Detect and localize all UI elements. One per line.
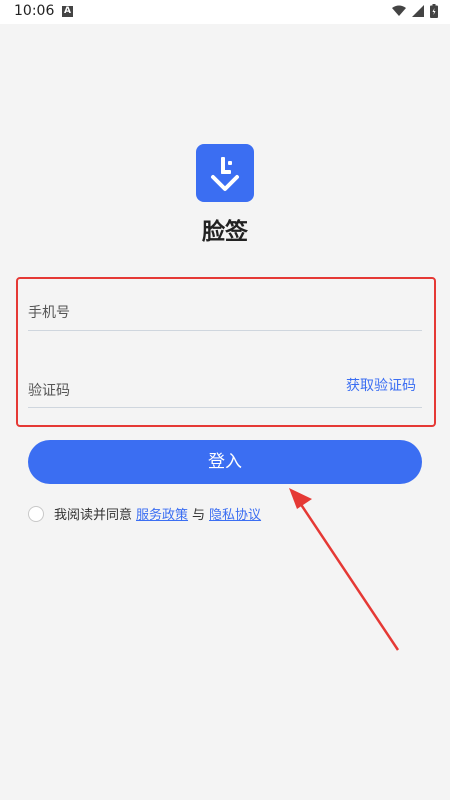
app-logo	[196, 144, 254, 202]
agreement-checkbox[interactable]	[28, 505, 44, 522]
app-title: 脸签	[202, 219, 248, 245]
agreement-prefix: 我阅读并同意	[54, 508, 133, 523]
status-time: 10:06	[14, 3, 55, 19]
wifi-icon	[392, 5, 406, 16]
highlight-annotation-box	[16, 277, 436, 427]
login-button[interactable]: 登入	[28, 440, 422, 484]
privacy-agreement-link[interactable]: 隐私协议	[209, 504, 261, 523]
battery-icon	[430, 4, 438, 18]
agreement-row: 我阅读并同意 服务政策 与 隐私协议	[28, 504, 265, 523]
status-icons	[392, 4, 438, 18]
agreement-conjunction: 与	[192, 508, 206, 523]
status-bar: 10:06 A	[0, 0, 450, 24]
get-code-button[interactable]: 获取验证码	[346, 375, 416, 395]
service-policy-link[interactable]: 服务政策	[136, 504, 188, 523]
verification-code-input[interactable]: 验证码	[28, 380, 70, 400]
a-notification-icon: A	[62, 6, 73, 17]
face-sign-logo-icon	[211, 157, 239, 191]
phone-input[interactable]: 手机号	[28, 302, 70, 322]
signal-icon	[412, 5, 424, 17]
phone-input-underline	[28, 330, 422, 331]
code-input-underline	[28, 407, 422, 408]
